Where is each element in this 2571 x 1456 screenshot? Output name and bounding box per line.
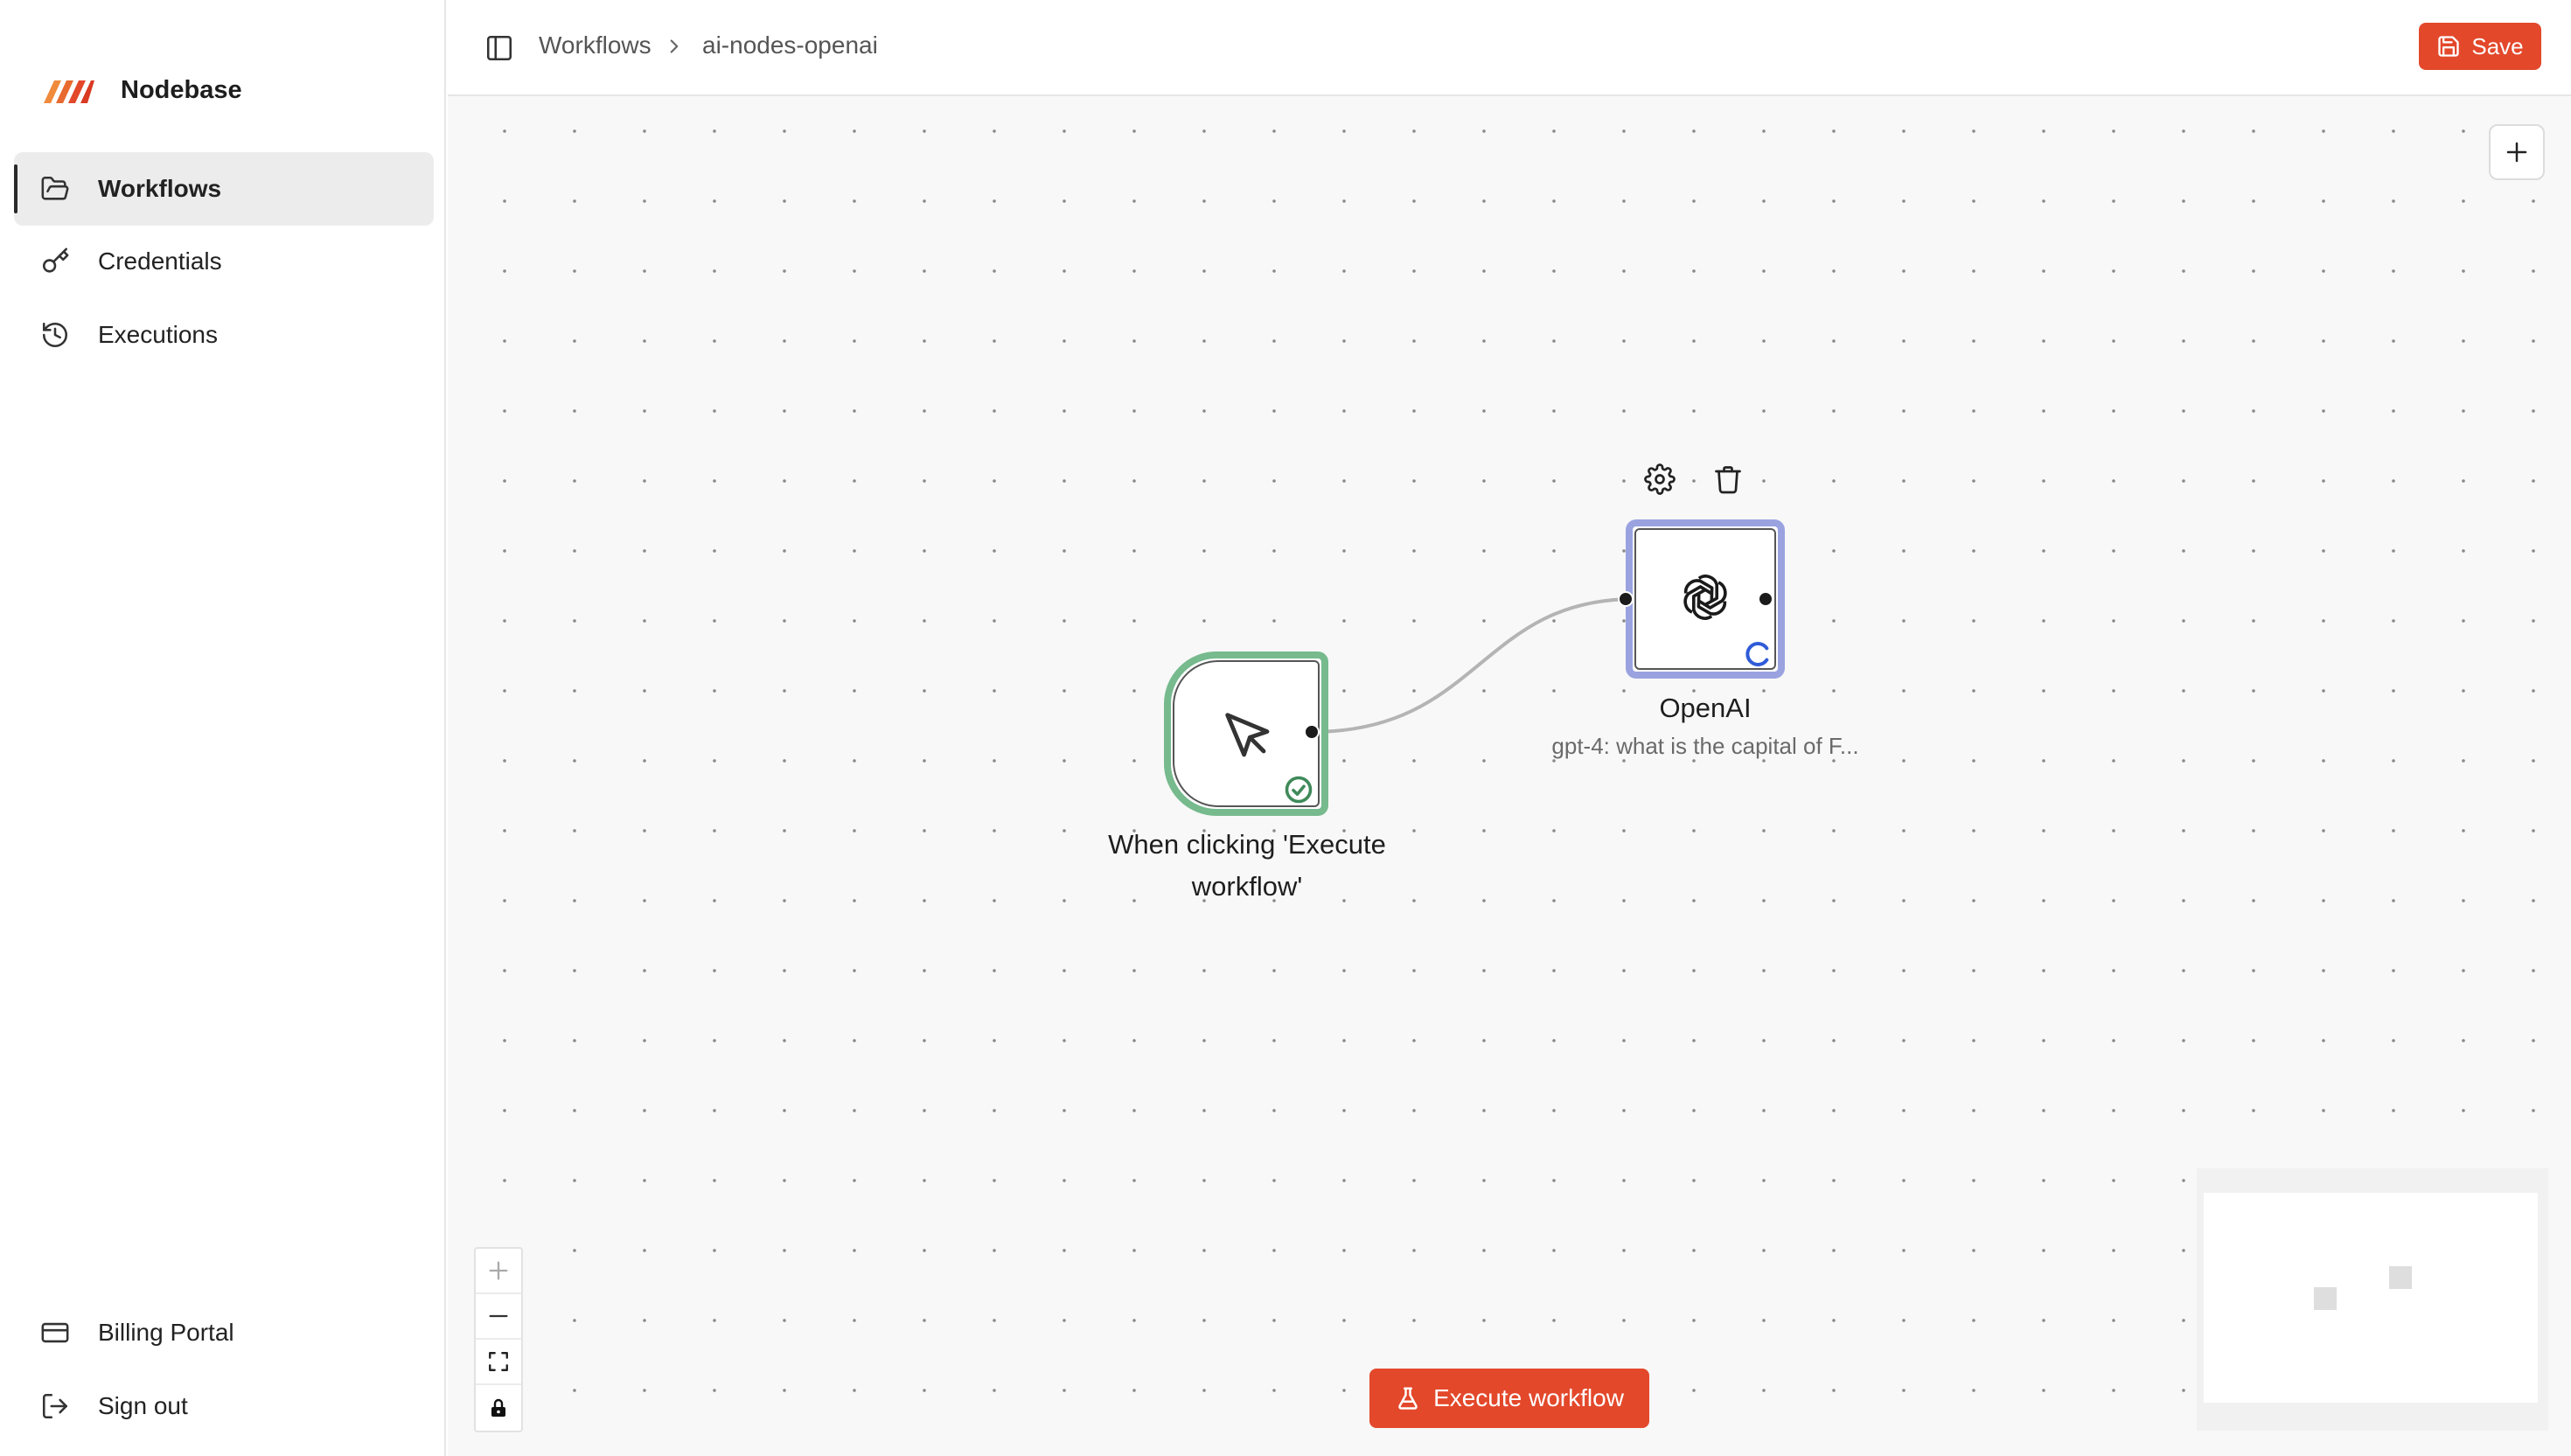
loading-spinner-icon — [1745, 642, 1769, 666]
breadcrumb-current[interactable]: ai-nodes-openai — [702, 31, 878, 59]
history-icon — [42, 322, 68, 348]
sidebar-toggle-icon[interactable] — [484, 33, 514, 63]
minimap-node-openai — [2389, 1266, 2412, 1289]
credit-card-icon — [41, 1322, 69, 1343]
sidebar-item-label: Credentials — [98, 247, 222, 275]
openai-output-handle[interactable] — [1758, 591, 1773, 607]
minus-icon — [489, 1314, 508, 1318]
save-button[interactable]: Save — [2419, 23, 2541, 70]
log-out-icon — [42, 1393, 68, 1419]
chevron-right-icon — [670, 39, 679, 53]
sidebar-item-label: Workflows — [98, 175, 222, 202]
trigger-output-handle[interactable] — [1304, 724, 1320, 740]
zoom-in-button[interactable] — [476, 1249, 521, 1294]
add-node-button[interactable] — [2489, 124, 2545, 180]
breadcrumb-workflows[interactable]: Workflows — [539, 31, 651, 59]
success-check-icon — [1285, 776, 1313, 804]
openai-node-title: OpenAI — [1659, 693, 1752, 723]
fit-view-icon — [489, 1352, 508, 1371]
top-header: Workflows ai-nodes-openai Save — [448, 0, 2571, 96]
minimap-node-trigger — [2314, 1287, 2337, 1310]
flask-icon — [1398, 1387, 1418, 1410]
sidebar-item-workflows[interactable]: Workflows — [14, 152, 434, 226]
lock-icon — [491, 1398, 505, 1417]
minimap[interactable] — [2204, 1193, 2538, 1403]
key-icon — [42, 247, 69, 273]
folder-open-icon — [41, 176, 69, 200]
trigger-node-title: When clicking 'Execute workflow' — [1108, 829, 1386, 902]
sidebar-item-label: Sign out — [98, 1392, 188, 1419]
save-icon — [2438, 36, 2460, 57]
lock-button[interactable] — [476, 1385, 521, 1431]
fit-view-button[interactable] — [476, 1340, 521, 1385]
gear-icon[interactable] — [1644, 463, 1676, 495]
sidebar-item-label: Billing Portal — [98, 1319, 234, 1346]
trash-icon[interactable] — [1712, 463, 1744, 495]
sidebar-item-label: Executions — [98, 321, 218, 348]
brand[interactable]: Nodebase — [42, 70, 242, 110]
canvas-controls — [474, 1247, 523, 1432]
plus-icon — [2506, 142, 2527, 163]
sidebar-item-billing-portal[interactable]: Billing Portal — [14, 1296, 434, 1369]
workflow-canvas[interactable]: When clicking 'Execute workflow' OpenAI … — [448, 96, 2571, 1456]
sidebar-item-executions[interactable]: Executions — [14, 298, 434, 372]
sidebar-item-sign-out[interactable]: Sign out — [14, 1369, 434, 1443]
execute-workflow-button[interactable]: Execute workflow — [1369, 1369, 1649, 1428]
openai-input-handle[interactable] — [1618, 591, 1634, 607]
sidebar: Nodebase Workflows Credentials Execution… — [0, 0, 446, 1456]
plus-icon — [489, 1261, 508, 1280]
app-root: Nodebase Workflows Credentials Execution… — [0, 0, 2571, 1456]
openai-node-subtitle: gpt-4: what is the capital of F... — [1551, 733, 1859, 759]
save-label: Save — [2471, 32, 2524, 59]
sidebar-item-credentials[interactable]: Credentials — [14, 225, 434, 298]
active-indicator — [14, 164, 17, 213]
cursor-click-icon — [1225, 713, 1270, 757]
zoom-out-button[interactable] — [476, 1294, 521, 1340]
brand-name: Nodebase — [121, 75, 242, 104]
openai-icon — [1683, 575, 1727, 620]
nodebase-logo — [44, 80, 94, 103]
node-toolbar — [1644, 463, 1744, 495]
execute-workflow-label: Execute workflow — [1433, 1384, 1624, 1411]
